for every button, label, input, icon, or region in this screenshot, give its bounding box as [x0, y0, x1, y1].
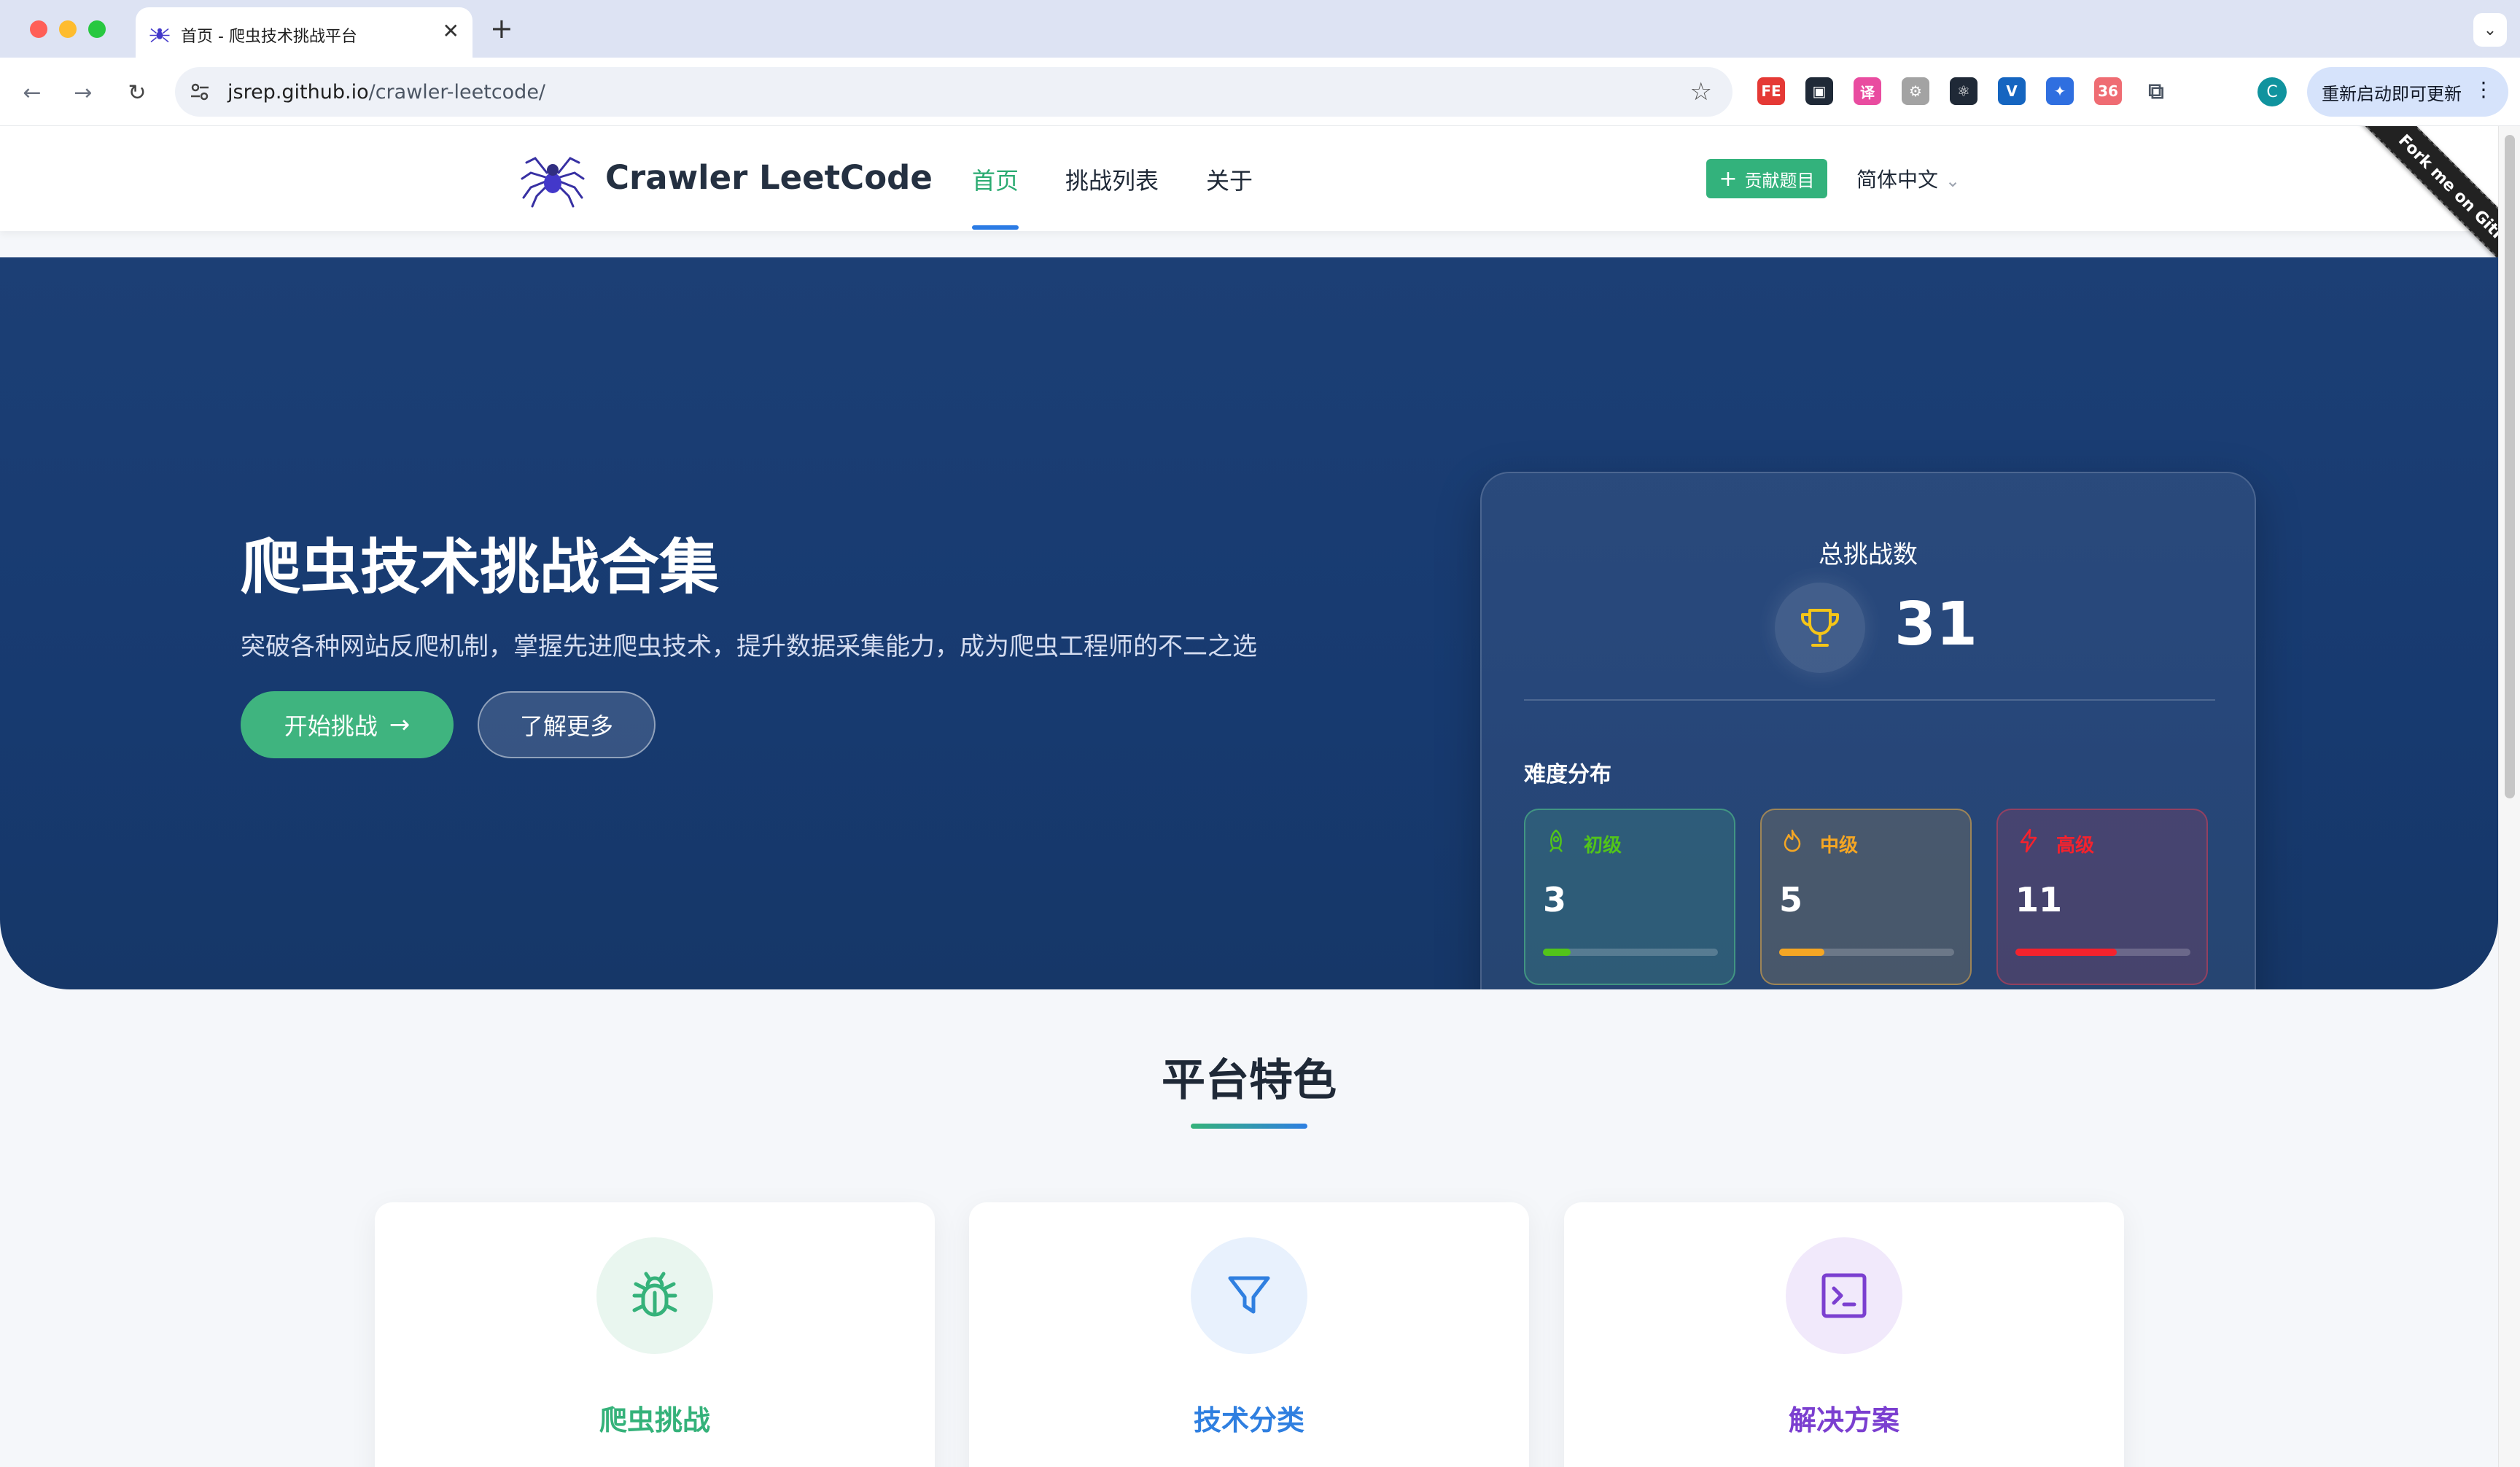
- contribute-button[interactable]: + 贡献题目: [1706, 159, 1827, 198]
- stats-divider: [1524, 699, 2215, 701]
- trophy-badge: [1775, 583, 1865, 673]
- hero-subtitle: 突破各种网站反爬机制，掌握先进爬虫技术，提升数据采集能力，成为爬虫工程师的不二之…: [241, 632, 1257, 661]
- rocket-icon: [1549, 829, 1563, 852]
- difficulty-bar-medium: [1779, 949, 1825, 956]
- puzzle-extension-icon[interactable]: ✦: [2046, 77, 2074, 105]
- devtools-extension-icon[interactable]: ▣: [1805, 77, 1833, 105]
- difficulty-card-medium[interactable]: 中级 5: [1760, 809, 1972, 985]
- feature-title: 爬虫挑战: [599, 1404, 710, 1436]
- total-challenges-count: 31: [1894, 590, 1978, 659]
- start-challenge-button[interactable]: 开始挑战 →: [241, 691, 454, 758]
- trophy-icon: [1801, 609, 1839, 647]
- difficulty-card-easy[interactable]: 初级 3: [1524, 809, 1735, 985]
- vue-extension-icon[interactable]: V: [1998, 77, 2026, 105]
- browser-toolbar: ← → ↻ jsrep.github.io/crawler-leetcode/ …: [0, 58, 2520, 126]
- feature-title: 技术分类: [1193, 1404, 1304, 1436]
- close-tab-icon[interactable]: ✕: [443, 20, 459, 42]
- tab-search-icon[interactable]: ⌄: [2473, 13, 2507, 47]
- start-label: 开始挑战: [284, 712, 378, 740]
- contribute-label: 贡献题目: [1744, 170, 1815, 191]
- language-select[interactable]: 简体中文 ⌄: [1856, 164, 1960, 193]
- feature-card-solutions[interactable]: 解决方案: [1564, 1202, 2124, 1467]
- site-info-icon[interactable]: [188, 80, 211, 104]
- hero-title: 爬虫技术挑战合集: [241, 533, 720, 602]
- translate-extension-icon[interactable]: 译: [1854, 77, 1881, 105]
- tab-title: 首页 - 爬虫技术挑战平台: [181, 28, 357, 46]
- hero-section: 爬虫技术挑战合集 突破各种网站反爬机制，掌握先进爬虫技术，提升数据采集能力，成为…: [0, 257, 2498, 989]
- difficulty-track-hard: [2015, 949, 2190, 956]
- feature-card-crawler-challenge[interactable]: 爬虫挑战: [375, 1202, 935, 1467]
- url-text: jsrep.github.io/crawler-leetcode/: [228, 81, 546, 104]
- difficulty-bar-easy: [1543, 949, 1571, 956]
- nav-challenge-list[interactable]: 挑战列表: [1065, 163, 1159, 196]
- difficulty-count-easy: 3: [1543, 880, 1567, 919]
- difficulty-label-hard: 高级: [2056, 835, 2095, 857]
- chevron-down-icon: ⌄: [1945, 171, 1961, 191]
- feature-icon-circle: [1786, 1237, 1902, 1354]
- lightning-icon: [2020, 828, 2037, 853]
- plus-icon: +: [1719, 166, 1738, 192]
- site-header: Crawler LeetCode 首页 挑战列表 关于 + 贡献题目 简体中文 ⌄: [0, 126, 2498, 231]
- bookmark-star-icon[interactable]: ☆: [1690, 77, 1712, 106]
- nav-home[interactable]: 首页: [972, 163, 1019, 196]
- minimize-window-button[interactable]: [59, 20, 77, 38]
- close-window-button[interactable]: [30, 20, 47, 38]
- more-menu-icon[interactable]: ⋮: [2473, 79, 2494, 101]
- flame-icon: [1784, 829, 1801, 852]
- update-button[interactable]: 重新启动即可更新 ⋮: [2307, 67, 2508, 117]
- extensions-menu-icon[interactable]: ⧉: [2142, 77, 2170, 105]
- page-viewport: Crawler LeetCode 首页 挑战列表 关于 + 贡献题目 简体中文 ⌄…: [0, 126, 2498, 1467]
- maximize-window-button[interactable]: [88, 20, 106, 38]
- back-icon[interactable]: ←: [16, 77, 48, 109]
- features-section-title: 平台特色: [1162, 1055, 1337, 1106]
- reload-icon[interactable]: ↻: [121, 77, 153, 109]
- new-tab-icon[interactable]: +: [490, 15, 513, 42]
- gear-extension-icon[interactable]: ⚙: [1902, 77, 1929, 105]
- feature-title: 解决方案: [1788, 1404, 1899, 1436]
- page-scrollbar[interactable]: [2498, 126, 2520, 1467]
- total-challenges-label: 总挑战数: [1819, 540, 1918, 569]
- learn-more-button[interactable]: 了解更多: [478, 691, 656, 758]
- filter-icon: [1228, 1276, 1270, 1314]
- address-bar[interactable]: jsrep.github.io/crawler-leetcode/ ☆: [175, 67, 1732, 117]
- feature-icon-circle: [1191, 1237, 1307, 1354]
- difficulty-distribution-label: 难度分布: [1524, 762, 1611, 787]
- stats-card: 总挑战数 31 难度分布 初级 3 中级 5 高级 11: [1480, 472, 2256, 989]
- forward-icon[interactable]: →: [67, 77, 99, 109]
- difficulty-track-easy: [1543, 949, 1718, 956]
- difficulty-count-medium: 5: [1779, 880, 1803, 919]
- browser-tab-bar: 首页 - 爬虫技术挑战平台 ✕ + ⌄: [0, 0, 2520, 58]
- active-nav-indicator: [972, 225, 1019, 230]
- feature-icon-circle: [596, 1237, 713, 1354]
- nav-about[interactable]: 关于: [1206, 163, 1253, 196]
- update-label: 重新启动即可更新: [2322, 83, 2462, 104]
- profile-avatar[interactable]: C: [2258, 77, 2287, 106]
- feature-card-tech-category[interactable]: 技术分类: [969, 1202, 1529, 1467]
- terminal-icon: [1821, 1273, 1867, 1318]
- arrow-right-icon: →: [389, 710, 411, 739]
- difficulty-bar-hard: [2015, 949, 2118, 956]
- difficulty-label-medium: 中级: [1820, 835, 1859, 857]
- difficulty-track-medium: [1779, 949, 1954, 956]
- site-logo-text[interactable]: Crawler LeetCode: [605, 158, 933, 197]
- spider-logo-icon[interactable]: [519, 148, 586, 208]
- browser-tab-active[interactable]: 首页 - 爬虫技术挑战平台 ✕: [136, 7, 472, 58]
- difficulty-count-hard: 11: [2015, 880, 2063, 919]
- language-value: 简体中文: [1856, 168, 1939, 192]
- scrollbar-thumb[interactable]: [2505, 135, 2515, 798]
- bug-icon: [632, 1272, 677, 1317]
- difficulty-label-easy: 初级: [1584, 835, 1622, 857]
- badge-extension-icon[interactable]: 36: [2094, 77, 2122, 105]
- difficulty-card-hard[interactable]: 高级 11: [1996, 809, 2208, 985]
- react-extension-icon[interactable]: ⚛: [1950, 77, 1978, 105]
- section-title-underline: [1191, 1124, 1307, 1129]
- spider-favicon-icon: [149, 28, 170, 43]
- fe-extension-icon[interactable]: FE: [1757, 77, 1785, 105]
